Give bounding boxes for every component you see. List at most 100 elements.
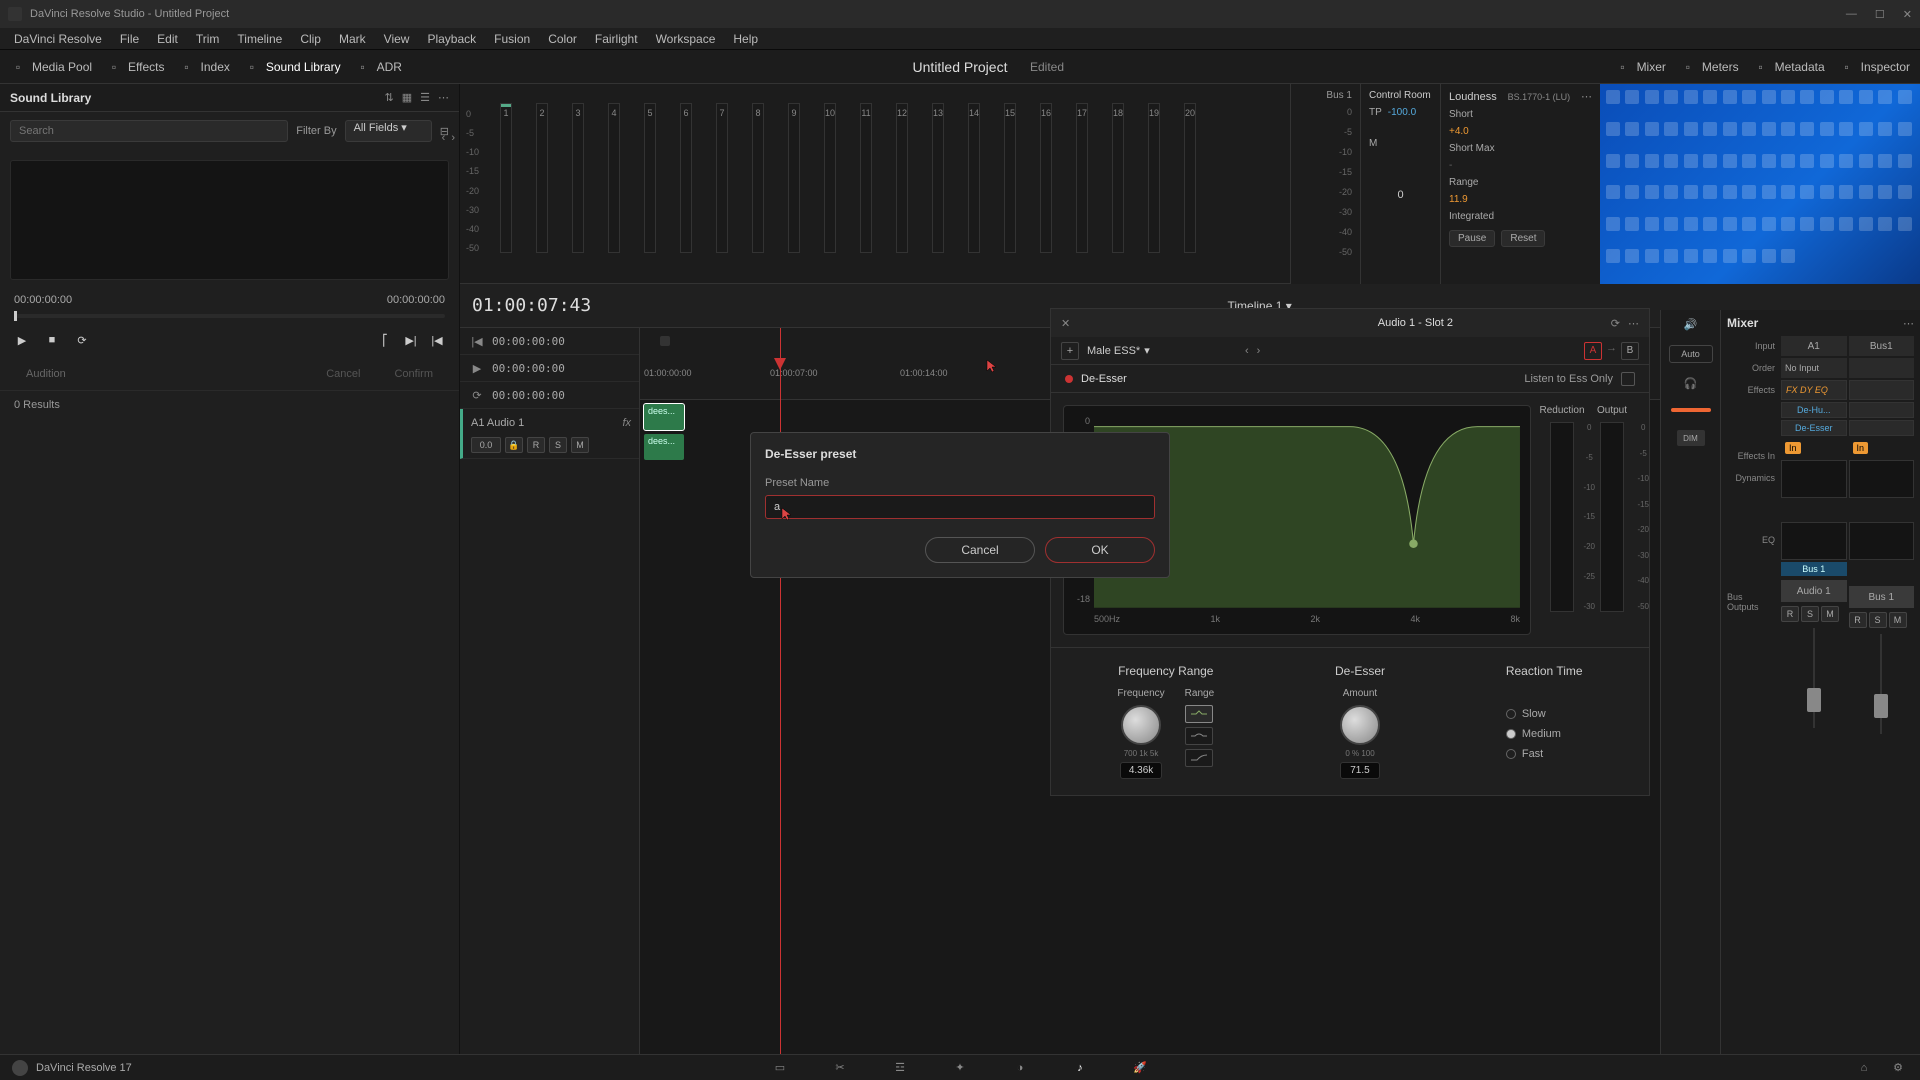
snap-icon[interactable] [660, 336, 670, 346]
cancel-audition-button[interactable]: Cancel [314, 364, 372, 384]
plugin-close-icon[interactable]: ✕ [1061, 317, 1070, 330]
mute-button[interactable]: M [571, 437, 589, 453]
dim-button[interactable]: DIM [1677, 430, 1705, 446]
menu-trim[interactable]: Trim [188, 30, 228, 48]
grid-icon[interactable]: ▦ [402, 91, 412, 104]
fairlight-page-icon[interactable]: ♪ [1070, 1058, 1090, 1078]
list-icon[interactable]: ☰ [420, 91, 430, 104]
deliver-page-icon[interactable]: 🚀 [1130, 1058, 1150, 1078]
mark-in-icon[interactable]: ⎡ [377, 332, 393, 348]
monitor-volume[interactable] [1671, 408, 1711, 412]
next-icon[interactable]: › [451, 132, 455, 144]
menu-help[interactable]: Help [725, 30, 766, 48]
sort-icon[interactable]: ⇅ [385, 91, 394, 104]
menu-clip[interactable]: Clip [292, 30, 329, 48]
record-button[interactable]: R [527, 437, 545, 453]
menu-color[interactable]: Color [540, 30, 585, 48]
mixer-more-icon[interactable]: ⋯ [1903, 317, 1914, 330]
dialog-ok-button[interactable]: OK [1045, 537, 1155, 563]
menu-mark[interactable]: Mark [331, 30, 374, 48]
reaction-medium[interactable]: Medium [1506, 728, 1561, 740]
toolbar-meters[interactable]: ▫Meters [1680, 59, 1739, 75]
toolbar-inspector[interactable]: ▫Inspector [1839, 59, 1910, 75]
lock-icon[interactable]: 🔒 [505, 437, 523, 453]
loop-icon[interactable]: ⟳ [74, 332, 90, 348]
plugin-enable-dot[interactable] [1065, 375, 1073, 383]
menu-workspace[interactable]: Workspace [648, 30, 724, 48]
edit-page-icon[interactable]: ☲ [890, 1058, 910, 1078]
menu-fairlight[interactable]: Fairlight [587, 30, 646, 48]
toolbar-metadata[interactable]: ▫Metadata [1753, 59, 1825, 75]
in-icon[interactable]: ▶ [470, 361, 484, 375]
listen-checkbox[interactable] [1621, 372, 1635, 386]
menu-fusion[interactable]: Fusion [486, 30, 538, 48]
headphone-icon[interactable]: 🎧 [1684, 377, 1698, 390]
menu-davinci-resolve[interactable]: DaVinci Resolve [6, 30, 110, 48]
preset-name-input[interactable] [765, 495, 1155, 519]
plugin-more-icon[interactable]: ⋯ [1628, 317, 1639, 330]
menu-file[interactable]: File [112, 30, 147, 48]
skip-fwd-icon[interactable]: ▶| [403, 332, 419, 348]
range-option-notch[interactable] [1185, 705, 1213, 723]
fader[interactable] [1849, 634, 1915, 734]
settings-icon[interactable]: ⚙ [1888, 1058, 1908, 1078]
fader[interactable] [1781, 628, 1847, 728]
toolbar-adr[interactable]: ▫ADR [355, 59, 402, 75]
loudness-pause-button[interactable]: Pause [1449, 230, 1495, 247]
toolbar-mixer[interactable]: ▫Mixer [1615, 59, 1666, 75]
meter-channel: 20 [1184, 103, 1196, 253]
minimize-icon[interactable]: — [1846, 8, 1857, 21]
toolbar-sound-library[interactable]: ▫Sound Library [244, 59, 341, 75]
ab-a-button[interactable]: A [1584, 342, 1602, 360]
skip-back-icon[interactable]: |◀ [429, 332, 445, 348]
speaker-icon[interactable]: 🔊 [1684, 318, 1698, 331]
more-icon[interactable]: ⋯ [438, 91, 449, 104]
color-page-icon[interactable]: ◑ [1010, 1058, 1030, 1078]
stop-icon[interactable]: ■ [44, 332, 60, 348]
dialog-cancel-button[interactable]: Cancel [925, 537, 1035, 563]
menu-timeline[interactable]: Timeline [229, 30, 290, 48]
solo-button[interactable]: S [549, 437, 567, 453]
track-gain[interactable]: 0.0 [471, 437, 501, 453]
ab-b-button[interactable]: B [1621, 342, 1639, 360]
search-input[interactable] [10, 120, 288, 142]
preview-slider[interactable] [14, 314, 445, 318]
filter-select[interactable]: All Fields ▾ [345, 120, 432, 142]
preset-add-icon[interactable]: + [1061, 342, 1079, 360]
confirm-audition-button[interactable]: Confirm [382, 364, 445, 384]
preset-select[interactable]: Male ESS* ▾ [1087, 344, 1237, 357]
home-icon[interactable]: ⌂ [1854, 1058, 1874, 1078]
amount-value[interactable]: 71.5 [1340, 762, 1380, 779]
amount-knob[interactable] [1340, 705, 1380, 745]
loudness-more-icon[interactable]: ⋯ [1581, 90, 1592, 103]
out-icon[interactable]: ⟳ [470, 388, 484, 402]
audio-clip[interactable]: dees... [644, 434, 684, 460]
reaction-fast[interactable]: Fast [1506, 748, 1543, 760]
loudness-reset-button[interactable]: Reset [1501, 230, 1545, 247]
menu-playback[interactable]: Playback [419, 30, 484, 48]
preset-prev-icon[interactable]: ‹ [1245, 345, 1249, 357]
range-option-shelf[interactable] [1185, 749, 1213, 767]
toolbar-media-pool[interactable]: ▫Media Pool [10, 59, 92, 75]
preset-next-icon[interactable]: › [1257, 345, 1261, 357]
close-icon[interactable]: ✕ [1903, 8, 1912, 21]
menu-edit[interactable]: Edit [149, 30, 186, 48]
media-page-icon[interactable]: ▭ [770, 1058, 790, 1078]
toolbar-index[interactable]: ▫Index [179, 59, 230, 75]
play-icon[interactable]: ▶ [14, 332, 30, 348]
range-option-wide[interactable] [1185, 727, 1213, 745]
go-start-icon[interactable]: |◀ [470, 334, 484, 348]
fusion-page-icon[interactable]: ✦ [950, 1058, 970, 1078]
maximize-icon[interactable]: ☐ [1875, 8, 1885, 21]
auto-button[interactable]: Auto [1669, 345, 1713, 363]
cut-page-icon[interactable]: ✂ [830, 1058, 850, 1078]
toolbar-effects[interactable]: ▫Effects [106, 59, 164, 75]
menu-view[interactable]: View [376, 30, 418, 48]
prev-icon[interactable]: ‹ [442, 132, 446, 144]
audio-clip[interactable]: dees... [644, 404, 684, 430]
frequency-knob[interactable] [1121, 705, 1161, 745]
plugin-refresh-icon[interactable]: ⟳ [1611, 317, 1620, 330]
audition-button[interactable]: Audition [14, 364, 78, 384]
frequency-value[interactable]: 4.36k [1120, 762, 1162, 779]
reaction-slow[interactable]: Slow [1506, 708, 1546, 720]
